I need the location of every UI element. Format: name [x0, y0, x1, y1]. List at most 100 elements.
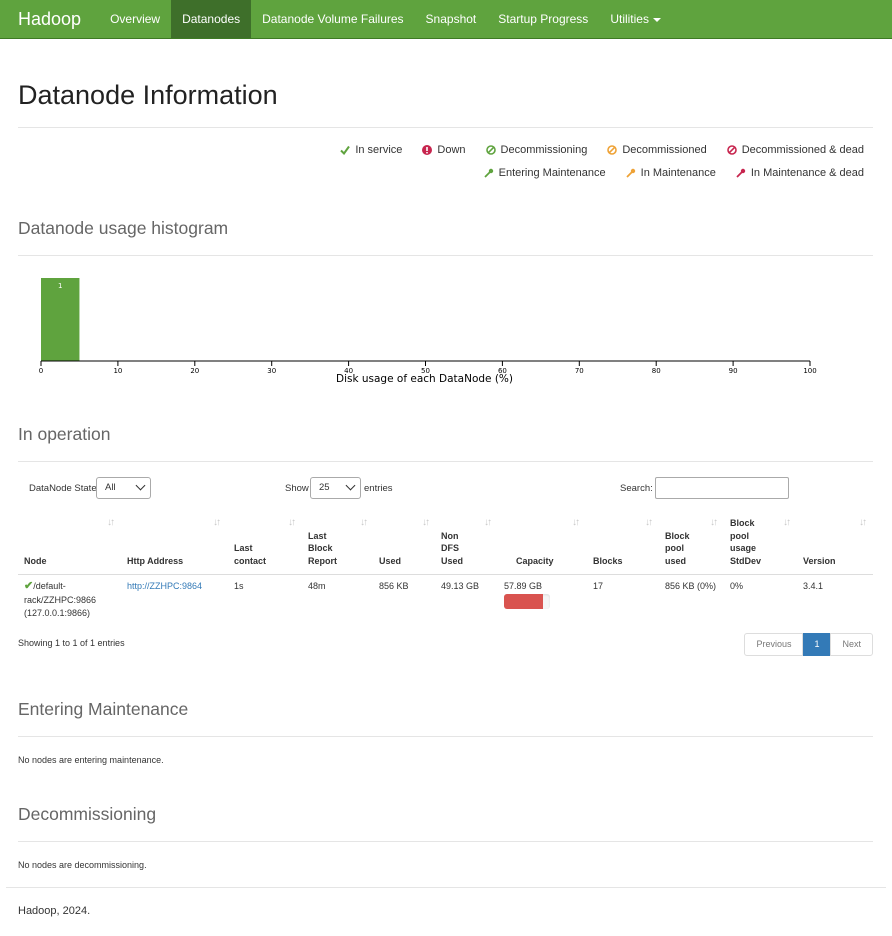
legend-label: In service: [355, 144, 403, 156]
http-address-cell: http://ZZHPC:9864: [127, 580, 202, 594]
x-tick-label: 30: [267, 367, 276, 375]
legend-row-2: Entering Maintenance In Maintenance In M…: [483, 167, 864, 179]
column-header-text: Block: [730, 518, 755, 528]
entering-maintenance-message: No nodes are entering maintenance.: [18, 755, 164, 765]
column-header-text: Blocks: [593, 555, 623, 566]
last-contact-cell: 1s: [234, 581, 244, 591]
next-button[interactable]: Next: [830, 633, 873, 656]
wrench-icon: [483, 168, 493, 178]
x-tick-label: 100: [803, 367, 816, 375]
last-block-report-cell: 48m: [308, 581, 326, 591]
page-1-button[interactable]: 1: [803, 633, 831, 656]
search-input[interactable]: [655, 477, 789, 499]
capacity-progress-fill: [504, 594, 544, 609]
column-header-node[interactable]: Node: [24, 555, 47, 568]
sort-icon[interactable]: ↓↑: [107, 517, 115, 528]
histogram-bar-label: 1: [58, 282, 62, 290]
wrench-icon: [736, 168, 746, 178]
used-cell: 856 KB: [379, 581, 409, 591]
non-dfs-used-cell: 49.13 GB: [441, 581, 480, 591]
x-tick-label: 10: [113, 367, 122, 375]
entries-select[interactable]: 25: [310, 477, 361, 499]
sort-icon[interactable]: ↓↑: [645, 517, 653, 528]
node-cell: ✔/default- rack/ZZHPC:9866 (127.0.0.1:98…: [24, 580, 124, 621]
column-header-last-contact[interactable]: Last contact: [234, 542, 266, 567]
nav-utilities[interactable]: Utilities: [599, 0, 672, 38]
column-header-text: Used: [379, 555, 402, 566]
sort-icon[interactable]: ↓↑: [288, 517, 296, 528]
sort-icon[interactable]: ↓↑: [213, 517, 221, 528]
column-header-text: Capacity: [516, 555, 554, 566]
legend-down: Down: [422, 144, 466, 156]
column-header-non-dfs-used[interactable]: Non DFS Used: [441, 530, 463, 568]
column-header-text: Used: [441, 555, 464, 566]
column-header-blocks[interactable]: Blocks: [593, 555, 623, 568]
x-tick-label: 0: [39, 367, 43, 375]
column-header-used[interactable]: Used: [379, 555, 401, 568]
column-header-text: StdDev: [730, 555, 762, 566]
legend-decommissioned-dead: Decommissioned & dead: [726, 144, 864, 156]
navbar: Hadoop Overview Datanodes Datanode Volum…: [0, 0, 892, 39]
datanode-state-value: All: [105, 482, 116, 493]
footer-divider: [6, 887, 886, 888]
column-header-text: Report: [308, 555, 337, 566]
nav-volume-failures[interactable]: Datanode Volume Failures: [251, 0, 414, 38]
divider: [18, 255, 873, 256]
x-tick-label: 80: [652, 367, 661, 375]
sort-icon[interactable]: ↓↑: [859, 517, 867, 528]
capacity-cell: 57.89 GB: [504, 581, 543, 591]
chevron-down-icon: [135, 480, 146, 491]
sort-icon[interactable]: ↓↑: [783, 517, 791, 528]
check-icon: [340, 145, 351, 155]
table-info: Showing 1 to 1 of 1 entries: [18, 638, 125, 648]
exclamation-icon: [422, 145, 433, 155]
legend-label: Decommissioning: [500, 144, 588, 156]
x-tick-label: 70: [575, 367, 584, 375]
column-header-version[interactable]: Version: [803, 555, 836, 568]
column-header-text: Last: [234, 543, 253, 553]
blocks-cell: 17: [593, 581, 604, 591]
column-header-block-pool-used[interactable]: Block pool used: [665, 530, 690, 568]
sort-icon[interactable]: ↓↑: [422, 517, 430, 528]
http-address-link[interactable]: http://ZZHPC:9864: [127, 581, 202, 591]
column-header-text: pool: [665, 543, 684, 553]
legend-in-maintenance: In Maintenance: [626, 167, 716, 179]
legend-label: In Maintenance: [640, 167, 716, 179]
ban-icon: [485, 145, 496, 155]
show-label: Show: [285, 483, 309, 494]
column-header-text: pool: [730, 530, 749, 541]
sort-icon[interactable]: ↓↑: [360, 517, 368, 528]
nav-startup-progress[interactable]: Startup Progress: [487, 0, 599, 38]
column-header-last-block-report[interactable]: Last Block Report: [308, 530, 337, 568]
chevron-down-icon: [345, 480, 356, 491]
ban-icon: [607, 145, 618, 155]
sort-icon[interactable]: ↓↑: [572, 517, 580, 528]
ban-icon: [726, 145, 737, 155]
sort-icon[interactable]: ↓↑: [710, 517, 718, 528]
column-header-text: contact: [234, 555, 267, 566]
legend-label: In Maintenance & dead: [750, 167, 864, 179]
legend-in-service: In service: [340, 144, 402, 156]
datanode-state-select[interactable]: All: [96, 477, 151, 499]
column-header-capacity[interactable]: Capacity: [516, 555, 554, 568]
sort-icon[interactable]: ↓↑: [484, 517, 492, 528]
previous-button[interactable]: Previous: [744, 633, 804, 656]
entries-label: entries: [364, 483, 393, 494]
x-tick-label: 90: [729, 367, 738, 375]
nav-datanodes[interactable]: Datanodes: [171, 0, 252, 38]
x-axis-label: Disk usage of each DataNode (%): [336, 373, 513, 384]
legend-label: Decommissioned: [622, 144, 707, 156]
histogram-bar: [41, 278, 80, 361]
nav-snapshot[interactable]: Snapshot: [415, 0, 488, 38]
legend-label: Decommissioned & dead: [741, 144, 864, 156]
usage-histogram: 10 10 20 30 40 50 60 70 80 90 100Disk usage of eac…: [39, 278, 817, 384]
nav-overview[interactable]: Overview: [99, 0, 171, 38]
column-header-http-address[interactable]: Http Address: [127, 555, 183, 568]
decommissioning-heading: Decommissioning: [18, 804, 157, 824]
brand-logo[interactable]: Hadoop: [0, 0, 99, 38]
column-header-block-pool-stddev[interactable]: Block pool usage StdDev: [730, 517, 761, 567]
column-header-text: Node: [24, 555, 47, 566]
entries-value: 25: [319, 482, 330, 493]
legend-decommissioned: Decommissioned: [607, 144, 707, 156]
node-name-line-2: rack/ZZHPC:9866: [24, 594, 97, 605]
